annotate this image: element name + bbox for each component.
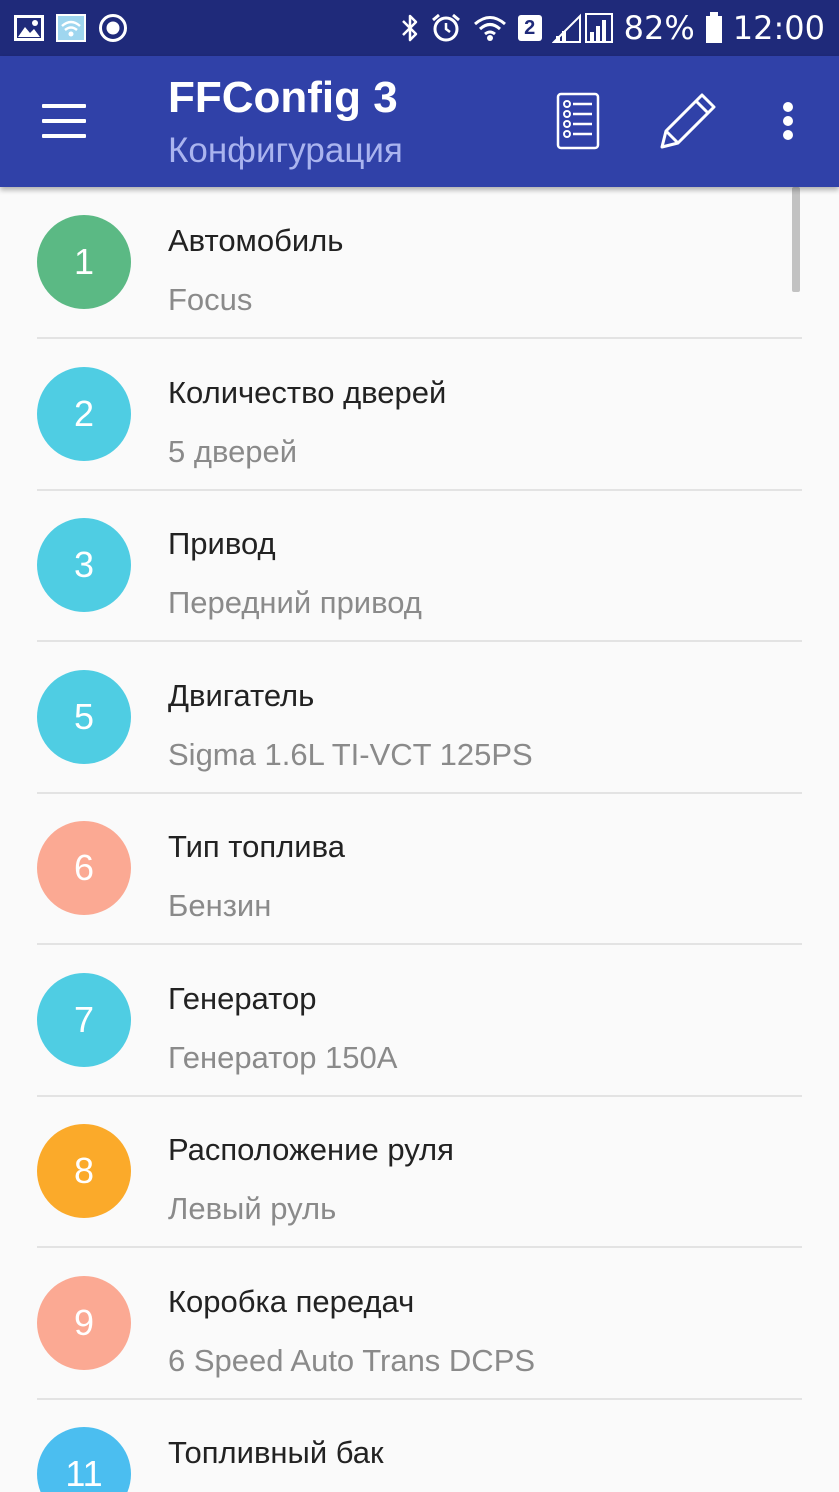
app-subtitle: Конфигурация <box>168 131 403 170</box>
sim-badge: 2 <box>517 15 542 41</box>
item-number-badge: 1 <box>37 215 131 309</box>
item-value: 6 Speed Auto Trans DCPS <box>168 1342 536 1378</box>
item-number-badge: 3 <box>37 518 131 612</box>
list-item[interactable]: 11 Топливный бак <box>0 1399 839 1492</box>
config-list[interactable]: 1 Автомобиль Focus 2 Количество дверей 5 двер… <box>0 187 839 1492</box>
list-item[interactable]: 9 Коробка передач 6 Speed Auto Trans DCPS <box>0 1248 839 1400</box>
item-number-badge: 7 <box>37 972 131 1067</box>
menu-icon-line <box>42 119 86 123</box>
list-item[interactable]: 1 Автомобиль Focus <box>0 187 839 339</box>
item-title: Генератор <box>168 980 317 1016</box>
image-icon <box>14 15 44 41</box>
battery-icon <box>705 12 723 44</box>
edit-button[interactable] <box>658 86 718 156</box>
checklist-button[interactable] <box>548 86 608 156</box>
record-icon <box>98 13 128 43</box>
item-title: Коробка передач <box>168 1283 415 1319</box>
list-item[interactable]: 2 Количество дверей 5 дверей <box>0 339 839 491</box>
clock: 12:00 <box>732 9 825 47</box>
item-value: Sigma 1.6L TI-VCT 125PS <box>168 736 533 772</box>
pencil-icon <box>660 93 716 149</box>
item-value: Передний привод <box>168 585 422 620</box>
item-number-badge: 11 <box>37 1427 131 1492</box>
app-titles: FFConfig 3 Конфигурация <box>168 70 403 176</box>
item-title: Топливный бак <box>168 1435 384 1470</box>
wifi-icon <box>472 13 508 43</box>
item-title: Автомобиль <box>168 223 344 258</box>
list-item[interactable]: 7 Генератор Генератор 150A <box>0 945 839 1097</box>
item-number-badge: 5 <box>37 669 131 764</box>
more-vert-icon <box>783 102 793 140</box>
app-title: FFConfig 3 <box>168 73 398 122</box>
menu-icon-line <box>42 134 86 138</box>
list-item[interactable]: 3 Привод Передний привод <box>0 490 839 642</box>
status-bar: 2 82% 12:00 <box>0 0 839 56</box>
signal-icon <box>551 12 614 44</box>
list-item[interactable]: 5 Двигатель Sigma 1.6L TI-VCT 125PS <box>0 642 839 794</box>
item-title: Привод <box>168 526 276 561</box>
more-button[interactable] <box>758 86 818 156</box>
menu-icon <box>42 104 86 108</box>
scrollbar[interactable] <box>792 187 800 292</box>
item-number-badge: 6 <box>37 821 131 915</box>
item-value: Левый руль <box>168 1191 337 1226</box>
item-number-badge: 8 <box>37 1124 131 1218</box>
item-number-badge: 9 <box>37 1275 131 1370</box>
wifi-file-icon <box>56 14 86 42</box>
list-item[interactable]: 8 Расположение руля Левый руль <box>0 1096 839 1248</box>
item-value: 5 дверей <box>168 433 298 469</box>
list-item[interactable]: 6 Тип топлива Бензин <box>0 793 839 945</box>
item-title: Количество дверей <box>168 374 447 410</box>
item-value: Focus <box>168 282 253 317</box>
bluetooth-icon <box>400 13 420 43</box>
item-number-badge: 2 <box>37 366 131 461</box>
app-bar: FFConfig 3 Конфигурация <box>0 56 839 187</box>
battery-percent: 82% <box>623 9 695 47</box>
item-title: Двигатель <box>168 677 315 713</box>
alarm-icon <box>430 12 462 44</box>
item-title: Расположение руля <box>168 1132 454 1167</box>
menu-button[interactable] <box>40 102 88 142</box>
item-title: Тип топлива <box>168 829 345 864</box>
checklist-icon <box>556 92 600 150</box>
item-value: Генератор 150A <box>168 1039 398 1075</box>
item-value: Бензин <box>168 888 272 923</box>
